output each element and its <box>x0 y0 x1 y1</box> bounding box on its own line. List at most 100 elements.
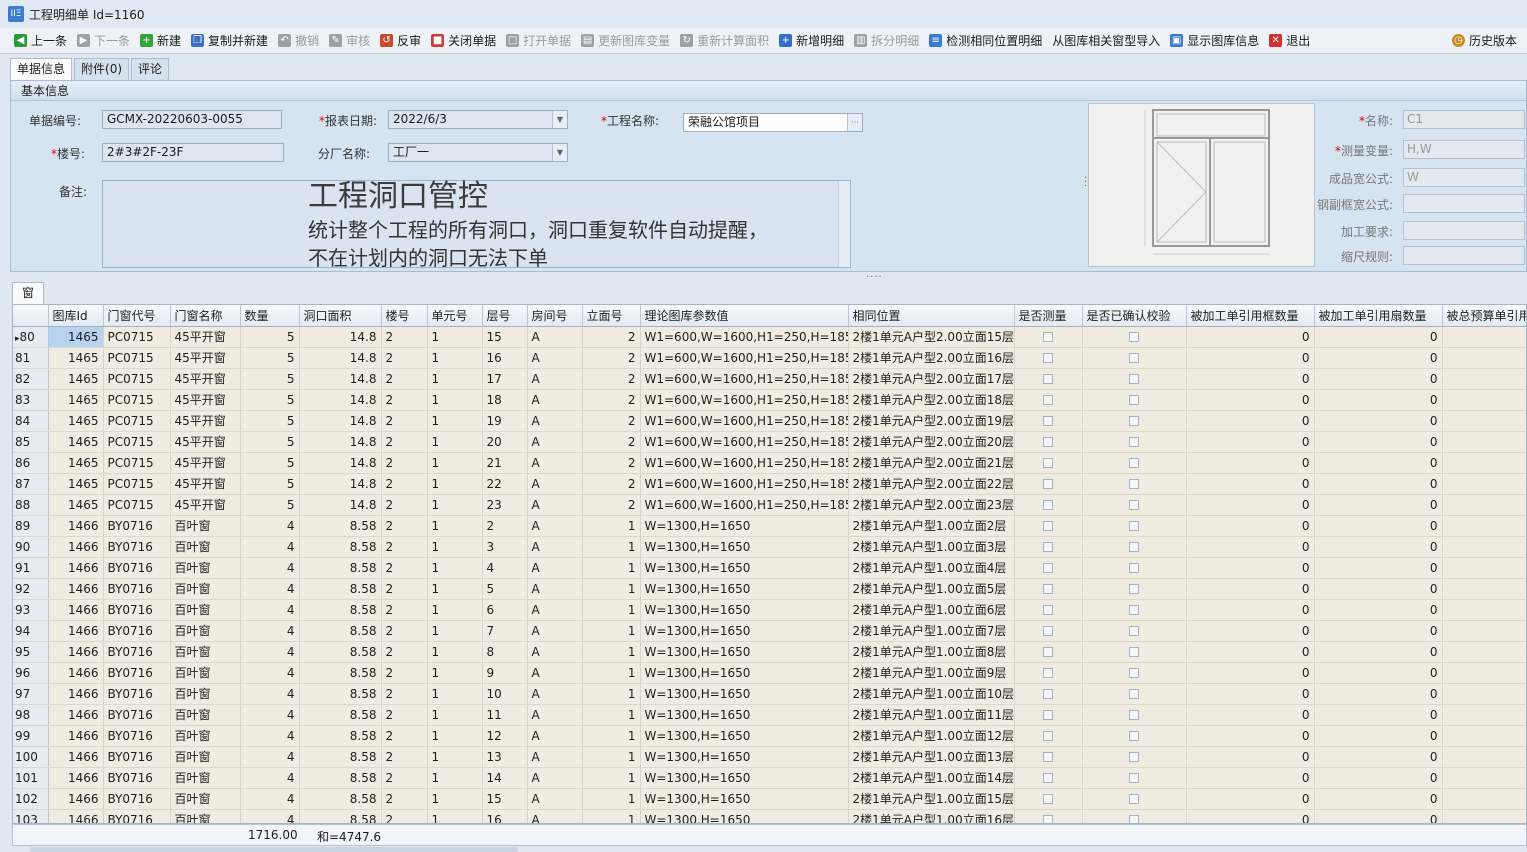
checkbox-cell[interactable] <box>1082 809 1187 823</box>
table-cell[interactable]: 4 <box>240 620 300 642</box>
table-row[interactable]: 83 1465 PC0715 45平开窗 5 14.8 2 1 18 A 2 W1=600,W=160… <box>13 389 1526 411</box>
checkbox[interactable] <box>1129 479 1139 489</box>
table-cell[interactable]: W=1300,H=1650 <box>640 704 849 726</box>
table-cell[interactable]: 11 <box>482 704 528 726</box>
table-cell[interactable]: W=1300,H=1650 <box>640 641 849 663</box>
table-cell[interactable]: 8.58 <box>299 725 382 747</box>
table-cell[interactable]: 45平开窗 <box>170 494 241 516</box>
table-cell[interactable]: 4 <box>240 515 300 537</box>
table-cell[interactable]: PC0715 <box>103 347 171 369</box>
table-cell[interactable]: 1 <box>427 452 483 474</box>
table-cell[interactable]: 1 <box>427 347 483 369</box>
table-cell[interactable]: 0 <box>1314 599 1443 621</box>
table-cell[interactable]: 1466 <box>48 515 104 537</box>
table-row[interactable]: 94 1466 BY0716 百叶窗 4 8.58 2 1 7 A 1 W=1300,H=1650 2楼… <box>13 620 1526 642</box>
measure-field[interactable]: H,W <box>1403 140 1525 159</box>
table-cell[interactable]: 8 <box>482 641 528 663</box>
table-cell[interactable]: 百叶窗 <box>170 641 241 663</box>
checkbox-cell[interactable] <box>1082 746 1187 768</box>
table-cell[interactable] <box>1442 704 1526 726</box>
row-number[interactable]: 85 <box>13 431 49 453</box>
table-cell[interactable]: 1 <box>427 662 483 684</box>
table-cell[interactable]: 8.58 <box>299 641 382 663</box>
table-row[interactable]: 87 1465 PC0715 45平开窗 5 14.8 2 1 22 A 2 W1=600,W=160… <box>13 473 1526 495</box>
row-number[interactable]: 82 <box>13 368 49 390</box>
table-cell[interactable]: A <box>527 578 583 600</box>
checkbox[interactable] <box>1129 374 1139 384</box>
table-cell[interactable]: 2楼1单元A户型1.00立面7层 <box>848 620 1015 642</box>
table-cell[interactable]: 14.8 <box>299 326 382 348</box>
table-cell[interactable]: 2 <box>381 599 428 621</box>
table-cell[interactable]: BY0716 <box>103 620 171 642</box>
table-cell[interactable]: 百叶窗 <box>170 662 241 684</box>
table-cell[interactable]: 0 <box>1186 704 1315 726</box>
table-cell[interactable]: 8.58 <box>299 599 382 621</box>
table-cell[interactable]: 1466 <box>48 536 104 558</box>
table-cell[interactable]: 1 <box>427 389 483 411</box>
checkbox-cell[interactable] <box>1082 473 1187 495</box>
table-cell[interactable]: 1 <box>427 515 483 537</box>
table-cell[interactable]: 2 <box>381 578 428 600</box>
column-header[interactable]: 被加工单引用框数量 <box>1186 305 1315 327</box>
table-cell[interactable]: 0 <box>1186 473 1315 495</box>
table-cell[interactable]: 4 <box>240 788 300 810</box>
table-cell[interactable]: 1465 <box>48 389 104 411</box>
table-cell[interactable]: PC0715 <box>103 494 171 516</box>
panel-resize-handle[interactable]: ···· <box>866 272 883 283</box>
doc-no-field[interactable]: GCMX-20220603-0055 <box>102 110 282 129</box>
checkbox[interactable] <box>1043 521 1053 531</box>
table-cell[interactable]: 20 <box>482 431 528 453</box>
table-cell[interactable]: 1 <box>427 641 483 663</box>
table-cell[interactable]: 2 <box>381 473 428 495</box>
checkbox[interactable] <box>1043 353 1053 363</box>
tab-0[interactable]: 单据信息 <box>10 58 73 80</box>
table-cell[interactable]: 百叶窗 <box>170 704 241 726</box>
table-cell[interactable]: 2 <box>582 452 641 474</box>
table-cell[interactable]: 1466 <box>48 578 104 600</box>
table-cell[interactable]: 0 <box>1314 494 1443 516</box>
table-cell[interactable]: 8.58 <box>299 620 382 642</box>
checkbox[interactable] <box>1129 458 1139 468</box>
table-cell[interactable]: 1 <box>582 767 641 789</box>
checkbox-cell[interactable] <box>1082 452 1187 474</box>
table-cell[interactable]: A <box>527 557 583 579</box>
checkbox-cell[interactable] <box>1014 536 1083 558</box>
table-cell[interactable]: W=1300,H=1650 <box>640 809 849 823</box>
table-cell[interactable]: 1466 <box>48 557 104 579</box>
table-cell[interactable]: 45平开窗 <box>170 368 241 390</box>
table-cell[interactable]: 2楼1单元A户型2.00立面17层 <box>848 368 1015 390</box>
table-cell[interactable]: PC0715 <box>103 368 171 390</box>
table-cell[interactable]: A <box>527 389 583 411</box>
table-cell[interactable]: 5 <box>240 494 300 516</box>
table-cell[interactable]: 1466 <box>48 662 104 684</box>
checkbox-cell[interactable] <box>1082 557 1187 579</box>
table-cell[interactable] <box>1442 662 1526 684</box>
table-cell[interactable]: 百叶窗 <box>170 536 241 558</box>
checkbox-cell[interactable] <box>1014 725 1083 747</box>
checkbox[interactable] <box>1043 416 1053 426</box>
table-cell[interactable]: 0 <box>1186 452 1315 474</box>
table-cell[interactable]: 4 <box>240 662 300 684</box>
toolbar-button-10[interactable]: ↻ 重新计算面积 <box>680 32 769 49</box>
checkbox[interactable] <box>1043 710 1053 720</box>
table-cell[interactable]: 0 <box>1186 809 1315 823</box>
table-cell[interactable]: 45平开窗 <box>170 410 241 432</box>
checkbox[interactable] <box>1129 668 1139 678</box>
table-cell[interactable]: W=1300,H=1650 <box>640 557 849 579</box>
toolbar-button-5[interactable]: ✎ 审核 <box>329 32 370 49</box>
checkbox[interactable] <box>1129 794 1139 804</box>
table-cell[interactable] <box>1442 536 1526 558</box>
table-cell[interactable]: 2 <box>381 620 428 642</box>
checkbox-cell[interactable] <box>1014 473 1083 495</box>
column-header[interactable]: 相同位置 <box>848 305 1015 327</box>
table-cell[interactable]: 1 <box>427 746 483 768</box>
table-row[interactable]: 99 1466 BY0716 百叶窗 4 8.58 2 1 12 A 1 W=1300,H=1650 2… <box>13 725 1526 747</box>
table-cell[interactable]: W1=600,W=1600,H1=250,H=1850 <box>640 452 849 474</box>
table-cell[interactable]: 1466 <box>48 746 104 768</box>
table-cell[interactable]: 2楼1单元A户型2.00立面18层 <box>848 389 1015 411</box>
table-cell[interactable] <box>1442 788 1526 810</box>
checkbox-cell[interactable] <box>1014 515 1083 537</box>
table-cell[interactable]: 1 <box>427 788 483 810</box>
checkbox[interactable] <box>1129 584 1139 594</box>
checkbox-cell[interactable] <box>1082 410 1187 432</box>
